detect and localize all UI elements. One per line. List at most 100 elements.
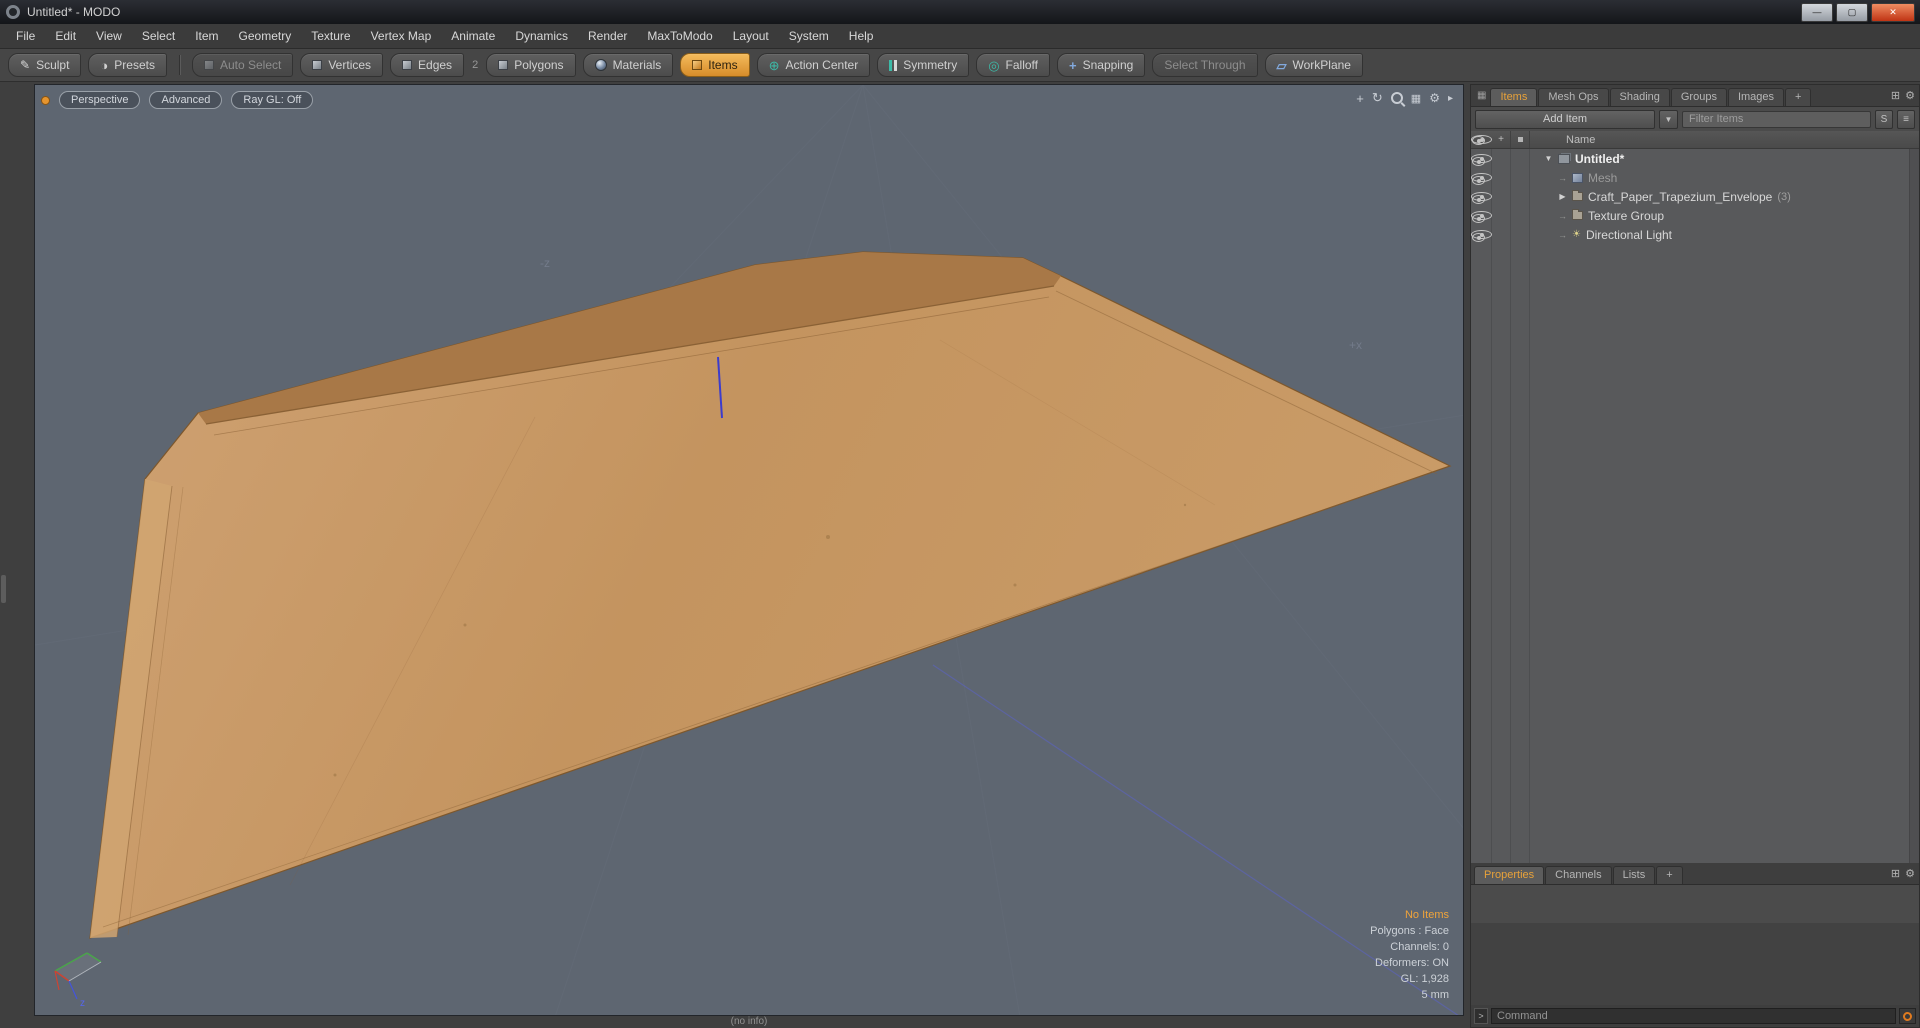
sculpt-button[interactable]: ✎ Sculpt (8, 53, 82, 77)
bottom-gear-icon[interactable]: ⚙ (1905, 867, 1915, 880)
viewport-settings-gear-icon[interactable]: ⚙ (1429, 91, 1440, 105)
expander-open-icon[interactable]: ▼ (1544, 154, 1553, 163)
menu-render[interactable]: Render (578, 24, 637, 49)
materials-mode-button[interactable]: Materials (582, 53, 674, 77)
vertices-cube-icon (312, 60, 323, 70)
branch-icon: → (1558, 210, 1567, 221)
menu-item[interactable]: Item (185, 24, 228, 49)
items-mode-button[interactable]: Items (680, 53, 750, 77)
left-splitter-handle[interactable] (1, 575, 6, 603)
scene-icon (1558, 153, 1570, 164)
select-through-button[interactable]: Select Through (1152, 53, 1258, 77)
minimize-button[interactable]: — (1801, 2, 1833, 22)
auto-select-button[interactable]: Auto Select (191, 53, 294, 77)
panel-gear-icon[interactable]: ⚙ (1905, 89, 1915, 102)
shading-mode-selector[interactable]: Advanced (149, 91, 223, 109)
tree-row-texture-group[interactable]: → Texture Group (1471, 206, 1919, 225)
tree-row-directional-light[interactable]: → ☀ Directional Light (1471, 225, 1919, 244)
symmetry-icon (889, 59, 898, 71)
symmetry-button[interactable]: Symmetry (877, 53, 970, 77)
falloff-button[interactable]: ◎ Falloff (976, 53, 1051, 77)
texture-group-icon (1572, 209, 1583, 220)
filter-items-input[interactable] (1682, 110, 1871, 128)
tab-items[interactable]: Items (1490, 88, 1538, 106)
menu-animate[interactable]: Animate (441, 24, 505, 49)
lock-column-icon[interactable] (1511, 131, 1530, 148)
visibility-column-eye-icon[interactable] (1471, 135, 1492, 145)
3d-viewport[interactable]: -z +x z Perspective Advanced Ray GL: Off… (34, 84, 1464, 1016)
perspective-selector[interactable]: Perspective (59, 91, 141, 109)
menu-help[interactable]: Help (839, 24, 884, 49)
menu-maxtomodo[interactable]: MaxToModo (637, 24, 722, 49)
add-item-dropdown-icon[interactable]: ▼ (1659, 109, 1678, 129)
viewport-menu-dot-icon[interactable] (41, 95, 50, 105)
menu-file[interactable]: File (6, 24, 45, 49)
eye-icon[interactable] (1471, 211, 1492, 223)
panel-layout-icon[interactable]: ⊞ (1891, 89, 1900, 102)
title-bar: Untitled* - MODO — ▢ ✕ (0, 0, 1920, 24)
record-button[interactable] (1899, 1008, 1916, 1024)
viewport-stats: No Items Polygons : Face Channels: 0 Def… (1370, 909, 1449, 1001)
bottom-layout-icon[interactable]: ⊞ (1891, 867, 1900, 880)
zoom-tool-icon[interactable] (1390, 92, 1403, 104)
axis-gizmo: z (54, 952, 102, 1009)
tab-mesh-ops[interactable]: Mesh Ops (1538, 88, 1609, 106)
eye-icon[interactable] (1471, 192, 1492, 204)
tree-vertical-scrollbar[interactable] (1909, 149, 1919, 927)
name-column-header[interactable]: Name (1530, 134, 1595, 146)
edges-cube-icon (402, 60, 413, 70)
layout-grid-icon[interactable]: ▦ (1411, 92, 1421, 105)
panel-grid-icon[interactable]: ▦ (1477, 90, 1486, 101)
vertices-mode-button[interactable]: Vertices (300, 53, 384, 77)
presets-button[interactable]: ◑ Presets (88, 53, 167, 77)
add-column-icon[interactable]: + (1492, 131, 1511, 148)
raygl-toggle[interactable]: Ray GL: Off (231, 91, 314, 109)
tab-shading[interactable]: Shading (1609, 88, 1670, 106)
menu-geometry[interactable]: Geometry (229, 24, 302, 49)
workplane-icon: ▱ (1276, 57, 1287, 73)
filter-options-button[interactable]: ≡ (1897, 109, 1915, 129)
search-scope-button[interactable]: S (1875, 109, 1893, 129)
maximize-button[interactable]: ▢ (1836, 2, 1868, 22)
menu-vertex-map[interactable]: Vertex Map (361, 24, 442, 49)
snapping-button[interactable]: + Snapping (1057, 53, 1146, 77)
menu-layout[interactable]: Layout (723, 24, 779, 49)
tab-channels[interactable]: Channels (1545, 866, 1612, 884)
rotate-tool-icon[interactable]: ↻ (1372, 90, 1383, 106)
close-button[interactable]: ✕ (1871, 2, 1915, 22)
tree-row-scene[interactable]: ▼ Untitled* (1471, 149, 1919, 168)
menu-edit[interactable]: Edit (45, 24, 86, 49)
envelope-object[interactable] (89, 251, 1452, 939)
action-center-icon: ⊕ (768, 57, 780, 73)
tab-properties[interactable]: Properties (1474, 866, 1545, 884)
tab-add[interactable]: + (1785, 88, 1812, 106)
menu-texture[interactable]: Texture (301, 24, 360, 49)
menu-system[interactable]: System (779, 24, 839, 49)
expander-closed-icon[interactable]: ▶ (1558, 192, 1567, 201)
mesh-icon (1572, 172, 1583, 183)
group-icon (1572, 190, 1583, 201)
tree-row-mesh[interactable]: → Mesh (1471, 168, 1919, 187)
tab-groups[interactable]: Groups (1670, 88, 1727, 106)
command-prompt-icon[interactable]: > (1474, 1008, 1488, 1024)
action-center-button[interactable]: ⊕ Action Center (756, 53, 871, 77)
eye-icon[interactable] (1471, 230, 1492, 242)
pan-tool-icon[interactable]: + (1356, 91, 1364, 106)
tab-images[interactable]: Images (1727, 88, 1785, 106)
polygons-mode-button[interactable]: Polygons (486, 53, 576, 77)
viewport-expand-icon[interactable]: ▸ (1448, 93, 1453, 104)
eye-icon[interactable] (1471, 154, 1492, 166)
tab-lists[interactable]: Lists (1612, 866, 1656, 884)
menu-view[interactable]: View (86, 24, 132, 49)
eye-icon[interactable] (1471, 173, 1492, 185)
edges-shortcut-hint: 2 (472, 59, 479, 71)
menu-dynamics[interactable]: Dynamics (505, 24, 578, 49)
menu-select[interactable]: Select (132, 24, 185, 49)
workplane-button[interactable]: ▱ WorkPlane (1264, 53, 1363, 77)
add-item-button[interactable]: Add Item (1475, 109, 1655, 129)
edges-mode-button[interactable]: Edges (390, 53, 465, 77)
command-input[interactable] (1491, 1008, 1896, 1024)
tab-add-bottom[interactable]: + (1656, 866, 1683, 884)
tree-row-envelope[interactable]: ▶ Craft_Paper_Trapezium_Envelope (3) (1471, 187, 1919, 206)
gizmo-z-label: z (80, 998, 85, 1009)
